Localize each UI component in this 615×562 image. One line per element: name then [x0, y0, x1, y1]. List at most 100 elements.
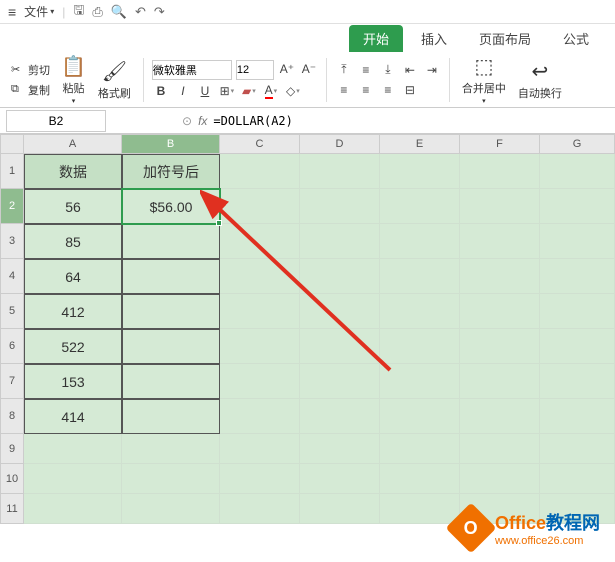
cell[interactable]	[24, 434, 122, 464]
cell[interactable]	[122, 434, 220, 464]
cell-b5[interactable]	[122, 294, 220, 329]
file-menu[interactable]: 文件 ▾	[24, 3, 54, 20]
indent-right-icon[interactable]: ⇥	[423, 61, 441, 79]
preview-icon[interactable]: 🔍	[111, 4, 127, 20]
increase-font-icon[interactable]: A⁺	[278, 60, 296, 78]
row-header[interactable]: 3	[0, 224, 24, 259]
cell-b8[interactable]	[122, 399, 220, 434]
cell[interactable]	[380, 399, 460, 434]
cell[interactable]	[300, 154, 380, 189]
cell[interactable]	[460, 464, 540, 494]
fill-color-icon[interactable]: ▰	[240, 82, 258, 100]
cell[interactable]	[220, 434, 300, 464]
row-header[interactable]: 5	[0, 294, 24, 329]
row-header[interactable]: 9	[0, 434, 24, 464]
underline-icon[interactable]: U	[196, 82, 214, 100]
cell-a3[interactable]: 85	[24, 224, 122, 259]
cell[interactable]	[300, 189, 380, 224]
cell[interactable]	[220, 259, 300, 294]
cell[interactable]	[300, 399, 380, 434]
cell-a4[interactable]: 64	[24, 259, 122, 294]
cell[interactable]	[540, 224, 615, 259]
paste-button[interactable]: 📋粘贴▾	[57, 52, 90, 107]
cell[interactable]	[220, 364, 300, 399]
cell[interactable]	[220, 399, 300, 434]
cell[interactable]	[540, 329, 615, 364]
align-left-icon[interactable]: ≡	[335, 81, 353, 99]
cell[interactable]	[220, 464, 300, 494]
cell[interactable]	[460, 224, 540, 259]
tab-layout[interactable]: 页面布局	[465, 25, 545, 52]
col-header-b[interactable]: B	[122, 134, 220, 154]
cell-b3[interactable]	[122, 224, 220, 259]
cell[interactable]	[540, 464, 615, 494]
cell-a8[interactable]: 414	[24, 399, 122, 434]
col-header-g[interactable]: G	[540, 134, 615, 154]
row-header[interactable]: 6	[0, 329, 24, 364]
menu-icon[interactable]: ≡	[8, 4, 16, 20]
cell[interactable]	[24, 464, 122, 494]
tab-start[interactable]: 开始	[349, 25, 403, 52]
align-right-icon[interactable]: ≡	[379, 81, 397, 99]
font-size-select[interactable]	[236, 60, 274, 80]
col-header-e[interactable]: E	[380, 134, 460, 154]
name-box[interactable]: B2	[6, 110, 106, 132]
font-color-icon[interactable]: A	[262, 82, 280, 100]
cell[interactable]	[300, 364, 380, 399]
cell[interactable]	[220, 189, 300, 224]
cell[interactable]	[300, 329, 380, 364]
row-header[interactable]: 10	[0, 464, 24, 494]
row-header[interactable]: 7	[0, 364, 24, 399]
row-header[interactable]: 1	[0, 154, 24, 189]
row-header[interactable]: 8	[0, 399, 24, 434]
cell-style-icon[interactable]: ◇	[284, 82, 302, 100]
cell[interactable]	[540, 434, 615, 464]
merge-center-button[interactable]: ⬚合并居中▾	[458, 52, 510, 107]
fill-handle[interactable]	[216, 220, 222, 226]
col-header-c[interactable]: C	[220, 134, 300, 154]
indent-left-icon[interactable]: ⇤	[401, 61, 419, 79]
search-icon[interactable]: ⊙	[182, 114, 192, 128]
cell[interactable]	[380, 154, 460, 189]
align-center-icon[interactable]: ≡	[357, 81, 375, 99]
cell[interactable]	[300, 464, 380, 494]
cell-b1[interactable]: 加符号后	[122, 154, 220, 189]
cell[interactable]	[540, 154, 615, 189]
cell[interactable]	[24, 494, 122, 524]
col-header-d[interactable]: D	[300, 134, 380, 154]
cell[interactable]	[460, 189, 540, 224]
cell[interactable]	[220, 224, 300, 259]
tab-formula[interactable]: 公式	[549, 25, 603, 52]
cell[interactable]	[122, 464, 220, 494]
cell[interactable]	[540, 259, 615, 294]
cell-a2[interactable]: 56	[24, 189, 122, 224]
cell[interactable]	[460, 329, 540, 364]
col-header-a[interactable]: A	[24, 134, 122, 154]
cell[interactable]	[540, 189, 615, 224]
cell[interactable]	[220, 154, 300, 189]
align-bottom-icon[interactable]: ⤓	[379, 61, 397, 79]
cell[interactable]	[380, 329, 460, 364]
cell[interactable]	[540, 294, 615, 329]
cell[interactable]	[380, 434, 460, 464]
cell-b4[interactable]	[122, 259, 220, 294]
cell[interactable]	[380, 364, 460, 399]
cell[interactable]	[220, 294, 300, 329]
save-icon[interactable]: 🖫	[73, 1, 84, 23]
print-icon[interactable]: ⎙	[92, 4, 102, 20]
align-top-icon[interactable]: ⤒	[335, 61, 353, 79]
cell[interactable]	[380, 494, 460, 524]
cell-a5[interactable]: 412	[24, 294, 122, 329]
italic-icon[interactable]: I	[174, 82, 192, 100]
cell[interactable]	[300, 259, 380, 294]
copy-button[interactable]: ⧉复制	[8, 81, 53, 99]
cell[interactable]	[220, 329, 300, 364]
cell[interactable]	[540, 399, 615, 434]
cell[interactable]	[300, 494, 380, 524]
undo-icon[interactable]: ↶	[135, 4, 146, 20]
cell[interactable]	[300, 434, 380, 464]
cell[interactable]	[540, 364, 615, 399]
cell[interactable]	[380, 224, 460, 259]
cut-button[interactable]: ✂剪切	[8, 61, 53, 79]
cell[interactable]	[460, 294, 540, 329]
